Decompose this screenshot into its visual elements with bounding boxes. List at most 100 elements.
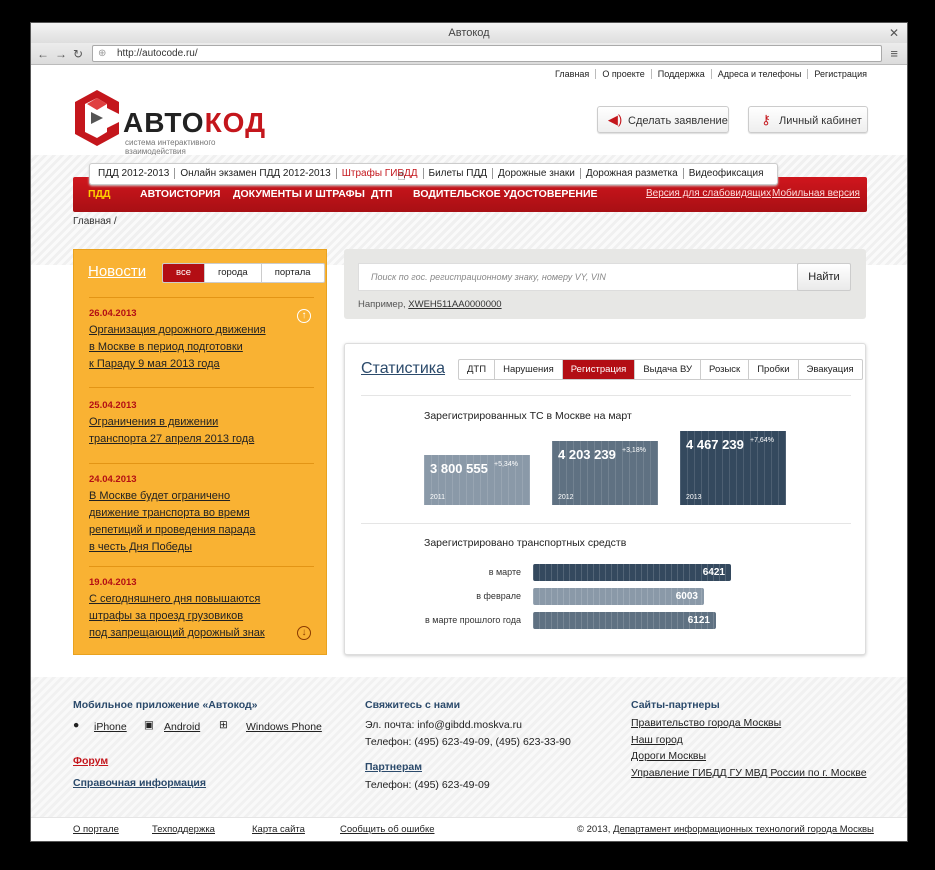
partner-site-link[interactable]: Наш город (631, 734, 683, 746)
top-link[interactable]: Адреса и телефоны (710, 69, 802, 79)
submenu-item[interactable]: Дорожные знаки (492, 168, 580, 179)
news-item[interactable]: 24.04.2013 В Москве будет ограничено дви… (89, 474, 314, 556)
megaphone-icon: ◀) (607, 112, 623, 127)
stats-divider (361, 395, 851, 396)
about-link[interactable]: О портале (73, 824, 119, 835)
news-tab-all[interactable]: все (163, 264, 204, 282)
search-hint: Например, XWEH511AA0000000 (358, 299, 502, 310)
bar-change-label: +3,18% (622, 446, 646, 454)
help-link[interactable]: Справочная информация (73, 777, 206, 789)
top-links: Главная О проекте Поддержка Адреса и телефо… (543, 69, 867, 79)
mobile-version-link[interactable]: Мобильная версия (772, 188, 860, 199)
submenu-item[interactable]: Онлайн экзамен ПДД 2012-2013 (174, 168, 336, 179)
page: Главная О проекте Поддержка Адреса и телефо… (31, 65, 907, 841)
submenu-item[interactable]: Дорожная разметка (579, 168, 683, 179)
news-divider (89, 463, 314, 464)
dit-link[interactable]: Департамент информационных технологий го… (613, 824, 874, 835)
hbar-value-label: 6121 (687, 615, 710, 626)
stat-tab-search[interactable]: Розыск (700, 360, 748, 379)
bar-year-label: 2011 (430, 494, 446, 501)
back-icon[interactable]: ← (37, 46, 49, 62)
sitemap-link[interactable]: Карта сайта (252, 824, 305, 835)
browser-window: Автокод ✕ ← → ↻ ⊕ http://autocode.ru/ ≡ … (30, 22, 908, 842)
search-example-link[interactable]: XWEH511AA0000000 (408, 299, 501, 310)
stat-tab-violations[interactable]: Нарушения (494, 360, 562, 379)
forward-icon[interactable]: → (55, 46, 67, 62)
logo-mark-icon (75, 90, 119, 146)
bar-year-label: 2012 (558, 493, 574, 501)
separator-dot: · (763, 188, 767, 199)
hbar-category-label: в феврале (476, 591, 521, 601)
address-bar[interactable]: ⊕ http://autocode.ru/ (92, 45, 882, 62)
submenu-item[interactable]: Видеофиксация (682, 168, 769, 179)
bar-change-label: +7,64% (750, 437, 774, 444)
make-statement-button[interactable]: ◀) Сделать заявление (597, 106, 729, 133)
partners-link[interactable]: Партнерам (365, 761, 422, 773)
windows-phone-link[interactable]: Windows Phone (246, 721, 322, 733)
footer: Мобильное приложение «Автокод» ● iPhone … (31, 677, 907, 841)
search-input[interactable]: Поиск по гос. регистрационному знаку, но… (358, 263, 798, 291)
hbar: 6121 (533, 612, 716, 629)
hbar: 6421 (533, 564, 731, 581)
chart1-title: Зарегистрированных ТС в Москве на март (424, 410, 632, 422)
news-item[interactable]: 19.04.2013 С сегодняшнего дня повышаются… (89, 577, 314, 642)
hbar-category-label: в марте (488, 567, 521, 577)
pdd-submenu: ПДД 2012-2013 Онлайн экзамен ПДД 2012-201… (89, 163, 778, 185)
close-icon[interactable]: ✕ (889, 23, 899, 43)
news-tab-portal[interactable]: портала (260, 264, 324, 282)
top-link[interactable]: Регистрация (807, 69, 867, 79)
windows-icon: ⊞ (219, 719, 228, 731)
top-link[interactable]: Поддержка (650, 69, 705, 79)
news-tab-city[interactable]: города (203, 264, 261, 282)
bar-value-label: 4 467 239 (686, 437, 744, 452)
breadcrumb[interactable]: Главная / (73, 216, 117, 227)
android-link[interactable]: Android (164, 721, 200, 733)
forum-link[interactable]: Форум (73, 755, 108, 767)
logo-wordmark: АВТОКОД (123, 107, 267, 138)
low-vision-link[interactable]: Версия для слабовидящих (646, 188, 771, 199)
report-error-link[interactable]: Сообщить об ошибке (340, 824, 435, 835)
partner-site-link[interactable]: Управление ГИБДД ГУ МВД России по г. Мос… (631, 767, 867, 779)
news-item[interactable]: 26.04.2013 Организация дорожного движени… (89, 308, 314, 373)
logo[interactable]: АВТОКОД система интерактивного взаимодей… (73, 90, 273, 156)
statistics-title[interactable]: Статистика (361, 360, 445, 378)
bar-value-label: 4 203 239 (558, 446, 616, 462)
partner-sites-title: Сайты-партнеры (631, 699, 720, 711)
top-link[interactable]: О проекте (595, 69, 645, 79)
hand-cursor-icon: ☝ (397, 167, 406, 183)
personal-cabinet-button[interactable]: ⚷ Личный кабинет (748, 106, 868, 133)
submenu-item-fines[interactable]: Штрафы ГИБДД (335, 168, 423, 179)
news-tabs: все города портала (162, 263, 325, 283)
year-bar: 3 800 555 +5,34% 2011 (424, 455, 530, 505)
email-link[interactable]: info@gibdd.moskva.ru (417, 719, 522, 731)
stat-tab-traffic[interactable]: Пробки (748, 360, 797, 379)
bar-value-label: 3 800 555 (430, 461, 488, 476)
year-bar: 4 467 239 +7,64% 2013 (680, 431, 786, 505)
hbar-value-label: 6421 (702, 567, 725, 578)
stat-tab-dtp[interactable]: ДТП (459, 360, 494, 379)
iphone-link[interactable]: iPhone (94, 721, 127, 733)
key-icon: ⚷ (761, 112, 771, 127)
support-link[interactable]: Техподдержка (152, 824, 215, 835)
submenu-item[interactable]: ПДД 2012-2013 (98, 168, 174, 179)
url-text: http://autocode.ru/ (117, 48, 198, 59)
top-link[interactable]: Главная (549, 69, 589, 79)
browser-menu-icon[interactable]: ≡ (890, 46, 898, 61)
reload-icon[interactable]: ↻ (73, 46, 83, 62)
statistics-tabs: ДТП Нарушения Регистрация Выдача ВУ Розы… (458, 359, 863, 380)
news-item[interactable]: 25.04.2013 Ограничения в движении трансп… (89, 400, 314, 448)
submenu-item[interactable]: Билеты ПДД (422, 168, 493, 179)
news-divider (89, 387, 314, 388)
partner-site-link[interactable]: Дороги Москвы (631, 750, 706, 762)
stat-tab-evacuation[interactable]: Эвакуация (797, 360, 862, 379)
stat-tab-licenses[interactable]: Выдача ВУ (634, 360, 700, 379)
email-line: Эл. почта: info@gibdd.moskva.ru (365, 719, 522, 731)
news-divider (89, 297, 314, 298)
search-button[interactable]: Найти (797, 263, 851, 291)
news-panel: Новости все города портала ↑ 26.04.2013 … (73, 249, 327, 655)
stat-tab-registration[interactable]: Регистрация (561, 360, 635, 379)
news-title[interactable]: Новости (88, 263, 146, 280)
partner-site-link[interactable]: Правительство города Москвы (631, 717, 781, 729)
scroll-down-icon[interactable]: ↓ (297, 626, 311, 640)
hbar-value-label: 6003 (675, 591, 698, 602)
